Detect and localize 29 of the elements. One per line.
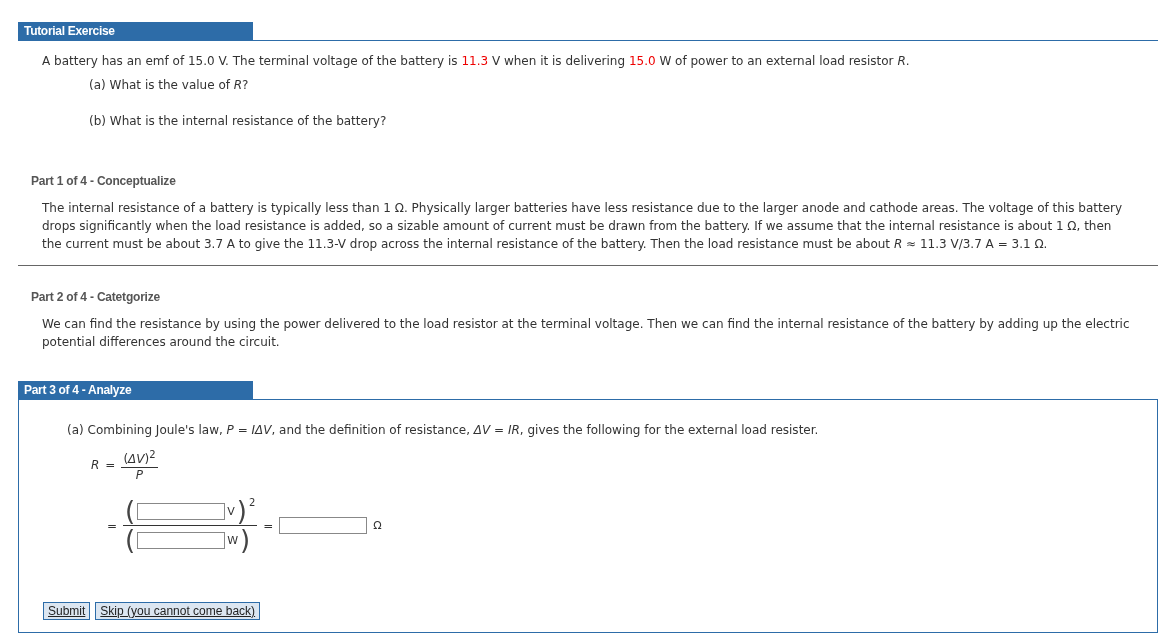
equals-sign: = (107, 518, 118, 533)
unit-label: W (227, 533, 239, 547)
parenthesis: ( (125, 497, 136, 525)
power-field[interactable] (137, 531, 226, 549)
unit-label: V (227, 504, 235, 518)
formula-denominator: P (135, 468, 144, 483)
voltage-field[interactable] (137, 502, 226, 520)
section-title: Tutorial Exercise (18, 22, 253, 40)
part-text: We can find the resistance by using the power delivered to the load resistor at the terminal voltage. Then we can find the internal resistance of the battery by adding up the electric potential differences around the circuit. (42, 316, 1131, 351)
answer-field[interactable] (279, 517, 368, 534)
parenthesis: ( (125, 526, 136, 554)
part-title: Part 2 of 4 - Catetgorize (31, 290, 162, 304)
action-button[interactable]: Skip (you cannot come back) (95, 602, 261, 620)
part-title: Part 3 of 4 - Analyze (18, 381, 253, 399)
problem-text: A battery has an emf of 15.0 V. The terminal voltage of the battery is 11.3 V when it is delivering 15.0 W of power to an external load resistor R. (42, 53, 911, 70)
exponent: 2 (248, 497, 256, 508)
equals-sign: = (263, 518, 274, 533)
action-button[interactable]: Submit (43, 602, 91, 620)
formula-numerator: (ΔV)$^{2}$ (121, 447, 158, 468)
parenthesis: ) (240, 526, 251, 554)
formula-symbol: R (91, 458, 100, 472)
part-text: (a) Combining Joule's law, P = IΔV, and the definition of resistance, ΔV = IR, gives the following for the external load resister. (67, 422, 820, 439)
question-text: (b) What is the internal resistance of the battery? (89, 113, 388, 130)
question-text: (a) What is the value of R? (89, 77, 250, 94)
parenthesis: ) (236, 497, 247, 525)
part-title: Part 1 of 4 - Conceptualize (31, 174, 177, 188)
equals-sign: = (105, 458, 116, 472)
part-text: The internal resistance of a battery is typically less than 1 Ω. Physically larger batteries have less resistance due to the larger anode and cathode areas. The voltage of this battery drops significantly when the load resistance is added, so a sizable amount of current must be drawn from the battery. If we assume that the internal resistance is about 1 Ω, then the current must be about 3.7 A to give the 11.3-V drop across the internal resistance of the battery. Then the load resistance must be about R ≈ 11.3 V/3.7 A = 3.1 Ω. (42, 200, 1124, 253)
unit-label: Ω (373, 519, 382, 532)
